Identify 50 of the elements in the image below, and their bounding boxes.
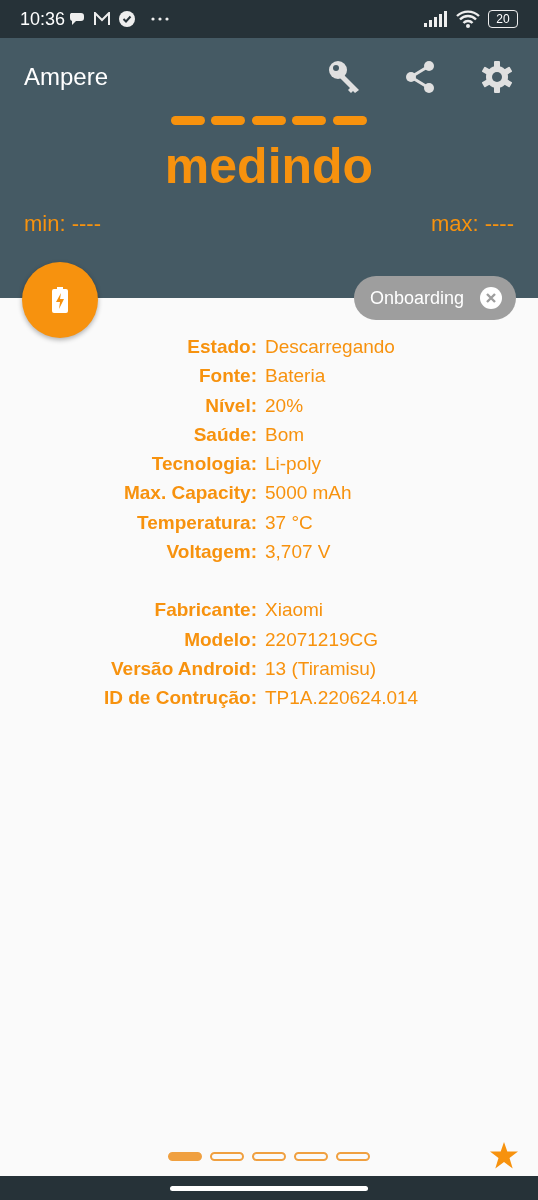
info-value: TP1A.220624.014 <box>265 686 419 711</box>
home-indicator[interactable] <box>170 1185 368 1191</box>
min-reading: min: ---- <box>24 210 101 238</box>
star-icon[interactable] <box>490 1142 518 1169</box>
battery-charging-icon <box>52 287 68 313</box>
info-value: Xiaomi <box>265 598 324 623</box>
page-indicator[interactable] <box>336 1151 370 1161</box>
info-label: Max. Capacity: <box>122 481 258 506</box>
reading-value: medindo <box>163 141 375 191</box>
battery-indicator: 20 <box>488 10 518 28</box>
page-indicator[interactable] <box>252 1151 286 1161</box>
close-icon[interactable] <box>480 287 502 309</box>
info-label: Voltagem: <box>165 540 258 565</box>
info-label: Modelo: <box>183 627 258 652</box>
info-value: Li-poly <box>265 452 321 477</box>
app-title: Ampere <box>24 62 109 92</box>
share-icon[interactable] <box>404 60 436 94</box>
onboarding-chip[interactable]: Onboarding <box>353 276 516 320</box>
wifi-icon <box>456 10 480 28</box>
info-label: Fonte: <box>197 364 258 389</box>
page-indicator[interactable] <box>168 1151 202 1161</box>
battery-button[interactable] <box>22 262 98 338</box>
info-label: Fabricante: <box>153 598 258 623</box>
check-circle-icon <box>119 11 136 27</box>
info-value: 37 °C <box>265 510 313 535</box>
chat-icon <box>69 12 86 26</box>
info-value: 22071219CG <box>265 627 379 652</box>
info-value: 20% <box>265 393 304 418</box>
info-label: Estado: <box>186 335 258 359</box>
max-reading: max: ---- <box>430 210 514 238</box>
clock: 10:36 <box>20 7 66 31</box>
info-value: 5000 mAh <box>265 481 352 506</box>
info-label: ID de Contrução: <box>102 686 258 711</box>
info-value: Bom <box>265 422 305 447</box>
info-label: Tecnologia: <box>150 452 258 477</box>
info-value: 3,707 V <box>265 540 331 565</box>
more-icon <box>151 17 170 21</box>
info-value: Bateria <box>265 364 326 389</box>
info-value: Descarregando <box>265 335 395 359</box>
info-label: Nível: <box>204 393 258 418</box>
info-label: Saúde: <box>192 422 258 447</box>
info-label: Temperatura: <box>136 510 258 535</box>
signal-icon <box>424 11 448 27</box>
info-label: Versão Android: <box>109 656 258 681</box>
mail-icon <box>93 12 112 26</box>
info-value: 13 (Tiramisu) <box>265 656 377 681</box>
key-icon[interactable] <box>328 60 362 94</box>
page-indicator[interactable] <box>294 1151 328 1161</box>
settings-icon[interactable] <box>480 60 514 94</box>
page-indicator[interactable] <box>210 1151 244 1161</box>
